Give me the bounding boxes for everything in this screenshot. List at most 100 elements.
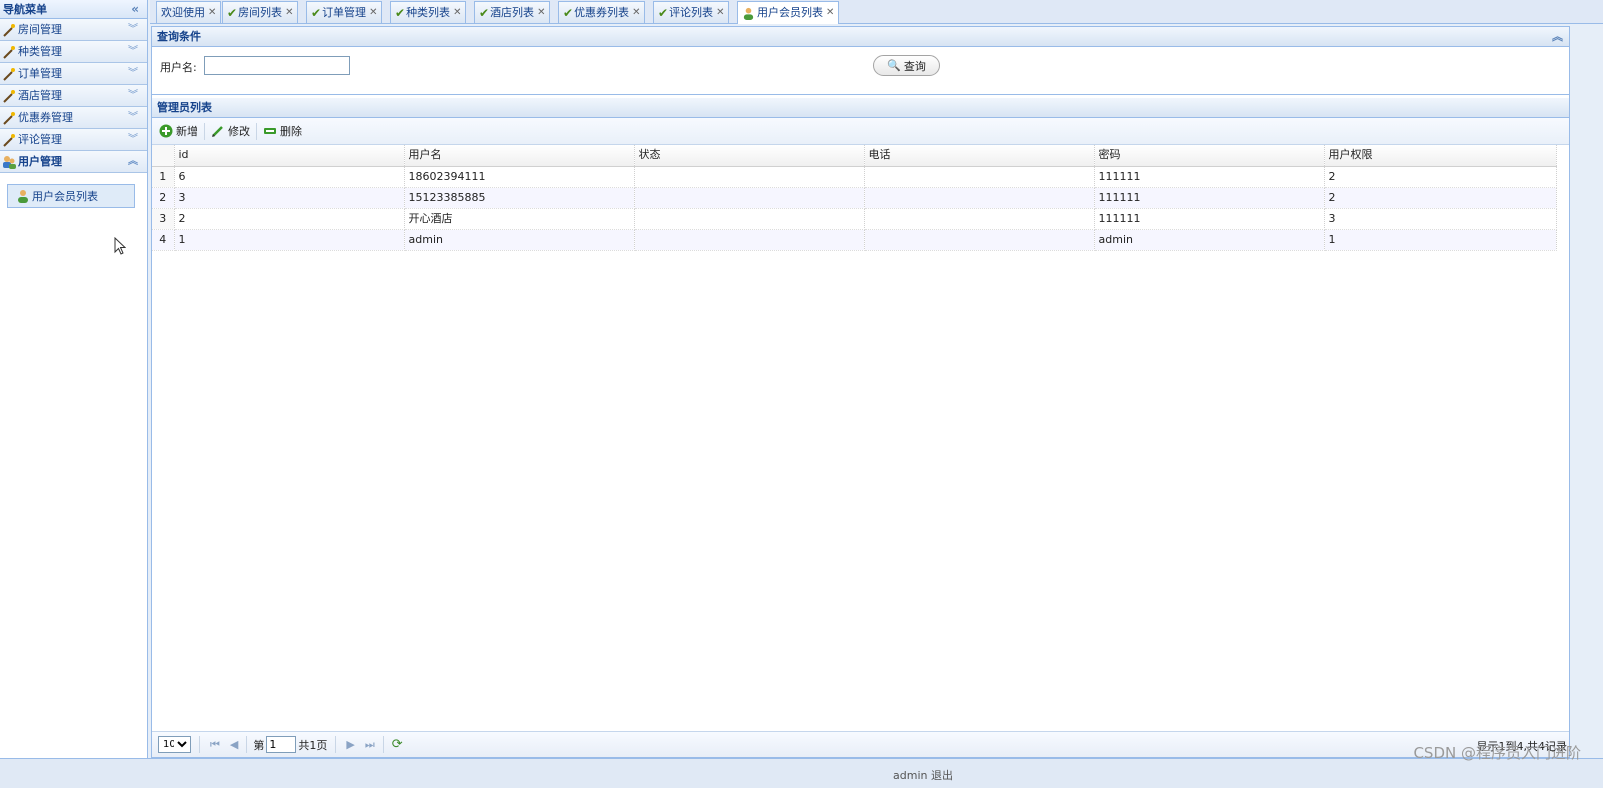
delete-button[interactable]: 删除 bbox=[263, 123, 308, 139]
sidebar-item-rooms[interactable]: 房间管理 ︾ bbox=[0, 19, 147, 41]
username-input[interactable] bbox=[204, 56, 350, 75]
delete-button-label: 删除 bbox=[280, 125, 302, 138]
tab-label: 优惠券列表 bbox=[574, 5, 630, 19]
close-icon[interactable]: ✕ bbox=[285, 3, 293, 23]
sidebar-item-label: 评论管理 bbox=[18, 132, 62, 146]
column-header[interactable]: 用户权限 bbox=[1324, 145, 1557, 167]
refresh-icon[interactable]: ⟳ bbox=[392, 737, 403, 752]
column-header[interactable]: id bbox=[174, 145, 405, 167]
cell-password: admin bbox=[1094, 229, 1325, 251]
check-icon: ✔ bbox=[311, 5, 322, 20]
sidebar-item-orders[interactable]: 订单管理 ︾ bbox=[0, 63, 147, 85]
column-header[interactable]: 电话 bbox=[864, 145, 1095, 167]
sidebar-item-label: 种类管理 bbox=[18, 44, 62, 58]
sidebar-subitem-member-list[interactable]: 用户会员列表 bbox=[7, 184, 135, 208]
sidebar-item-types[interactable]: 种类管理 ︾ bbox=[0, 41, 147, 63]
add-button[interactable]: 新增 bbox=[159, 123, 204, 139]
last-page-icon[interactable]: ⏭ bbox=[365, 738, 375, 752]
tab-label: 欢迎使用 bbox=[161, 5, 205, 19]
row-number: 2 bbox=[152, 187, 175, 209]
tab-hotel-list[interactable]: ✔ 酒店列表 ✕ bbox=[474, 1, 551, 23]
table-row[interactable]: 1 6 18602394111 111111 2 bbox=[152, 166, 1557, 188]
tab-coupon-list[interactable]: ✔ 优惠券列表 ✕ bbox=[558, 1, 646, 23]
page-number-input[interactable] bbox=[266, 736, 297, 753]
cell-status bbox=[634, 229, 865, 251]
column-header[interactable]: 密码 bbox=[1094, 145, 1325, 167]
sidebar-item-coupons[interactable]: 优惠券管理 ︾ bbox=[0, 107, 147, 129]
tab-welcome[interactable]: 欢迎使用 ✕ bbox=[156, 1, 222, 23]
watermark: CSDN @程序员入门进阶 bbox=[1413, 744, 1581, 762]
close-icon[interactable]: ✕ bbox=[826, 3, 834, 23]
sidebar-item-hotels[interactable]: 酒店管理 ︾ bbox=[0, 85, 147, 107]
sidebar-item-label: 优惠券管理 bbox=[18, 110, 73, 124]
sidebar-item-comments[interactable]: 评论管理 ︾ bbox=[0, 129, 147, 151]
cell-password: 111111 bbox=[1094, 166, 1325, 188]
tab-room-list[interactable]: ✔ 房间列表 ✕ bbox=[222, 1, 299, 23]
sidebar-subitem-label: 用户会员列表 bbox=[32, 190, 98, 203]
sidebar-item-users[interactable]: 用户管理 ︽ bbox=[0, 151, 147, 173]
remove-icon bbox=[264, 128, 276, 134]
row-number-header bbox=[152, 145, 175, 167]
cell-status bbox=[634, 187, 865, 209]
check-icon: ✔ bbox=[658, 5, 669, 20]
prev-page-icon[interactable]: ◀ bbox=[230, 738, 238, 751]
cell-permission: 2 bbox=[1324, 166, 1557, 188]
tab-member-list[interactable]: 用户会员列表 ✕ bbox=[737, 1, 840, 24]
table-row[interactable]: 4 1 admin admin 1 bbox=[152, 229, 1557, 251]
username-label: 用户名: bbox=[160, 61, 197, 74]
edit-button[interactable]: 修改 bbox=[211, 123, 256, 139]
close-icon[interactable]: ✕ bbox=[453, 3, 461, 23]
cell-id: 2 bbox=[174, 208, 405, 230]
pencil-icon bbox=[212, 126, 223, 137]
sidebar-item-label: 订单管理 bbox=[18, 66, 62, 80]
chevron-down-icon: ︾ bbox=[128, 46, 138, 57]
mouse-cursor-icon bbox=[114, 237, 126, 255]
list-panel-title: 管理员列表 bbox=[157, 101, 212, 114]
sidebar-item-label: 房间管理 bbox=[18, 22, 62, 36]
sidebar-header: 导航菜单 « bbox=[0, 0, 147, 19]
chevron-down-icon: ︾ bbox=[128, 24, 138, 35]
cell-password: 111111 bbox=[1094, 187, 1325, 209]
column-header[interactable]: 用户名 bbox=[404, 145, 635, 167]
close-icon[interactable]: ✕ bbox=[632, 3, 640, 23]
tab-comment-list[interactable]: ✔ 评论列表 ✕ bbox=[653, 1, 730, 23]
add-button-label: 新增 bbox=[176, 125, 198, 138]
tab-label: 评论列表 bbox=[669, 5, 714, 19]
chevron-up-icon[interactable]: ︽ bbox=[1552, 27, 1563, 47]
close-icon[interactable]: ✕ bbox=[537, 3, 545, 23]
toolbar-divider bbox=[204, 122, 205, 140]
cell-username: 18602394111 bbox=[404, 166, 635, 188]
tab-type-list[interactable]: ✔ 种类列表 ✕ bbox=[390, 1, 467, 23]
column-header[interactable]: 状态 bbox=[634, 145, 865, 167]
table-row[interactable]: 2 3 15123385885 111111 2 bbox=[152, 187, 1557, 209]
close-icon[interactable]: ✕ bbox=[208, 3, 216, 23]
chevron-down-icon: ︾ bbox=[128, 90, 138, 101]
user-icon bbox=[18, 190, 28, 203]
page-size-select[interactable]: 10 bbox=[158, 736, 191, 753]
sidebar-item-label: 用户管理 bbox=[18, 154, 62, 168]
list-panel-header: 管理员列表 bbox=[152, 98, 1569, 118]
sidebar-item-label: 酒店管理 bbox=[18, 88, 62, 102]
query-form: 用户名: 🔍 查询 bbox=[152, 47, 1569, 95]
close-icon[interactable]: ✕ bbox=[369, 3, 377, 23]
search-button[interactable]: 🔍 查询 bbox=[873, 55, 940, 76]
cell-permission: 2 bbox=[1324, 187, 1557, 209]
tab-label: 用户会员列表 bbox=[757, 6, 823, 19]
wand-icon bbox=[3, 45, 15, 59]
cell-username: 开心酒店 bbox=[404, 208, 635, 230]
tab-label: 房间列表 bbox=[238, 5, 283, 19]
wand-icon bbox=[3, 67, 15, 81]
cell-permission: 1 bbox=[1324, 229, 1557, 251]
double-chevron-left-icon[interactable]: « bbox=[131, 0, 139, 19]
row-number: 4 bbox=[152, 229, 175, 251]
next-page-icon[interactable]: ▶ bbox=[346, 738, 354, 751]
search-icon: 🔍 bbox=[887, 59, 901, 72]
check-icon: ✔ bbox=[563, 5, 574, 20]
pager-divider bbox=[199, 736, 200, 753]
table-row[interactable]: 3 2 开心酒店 111111 3 bbox=[152, 208, 1557, 230]
close-icon[interactable]: ✕ bbox=[716, 3, 724, 23]
sidebar-title: 导航菜单 bbox=[3, 3, 47, 16]
first-page-icon[interactable]: ⏮ bbox=[210, 738, 220, 752]
tab-order-management[interactable]: ✔ 订单管理 ✕ bbox=[306, 1, 383, 23]
cell-username: admin bbox=[404, 229, 635, 251]
